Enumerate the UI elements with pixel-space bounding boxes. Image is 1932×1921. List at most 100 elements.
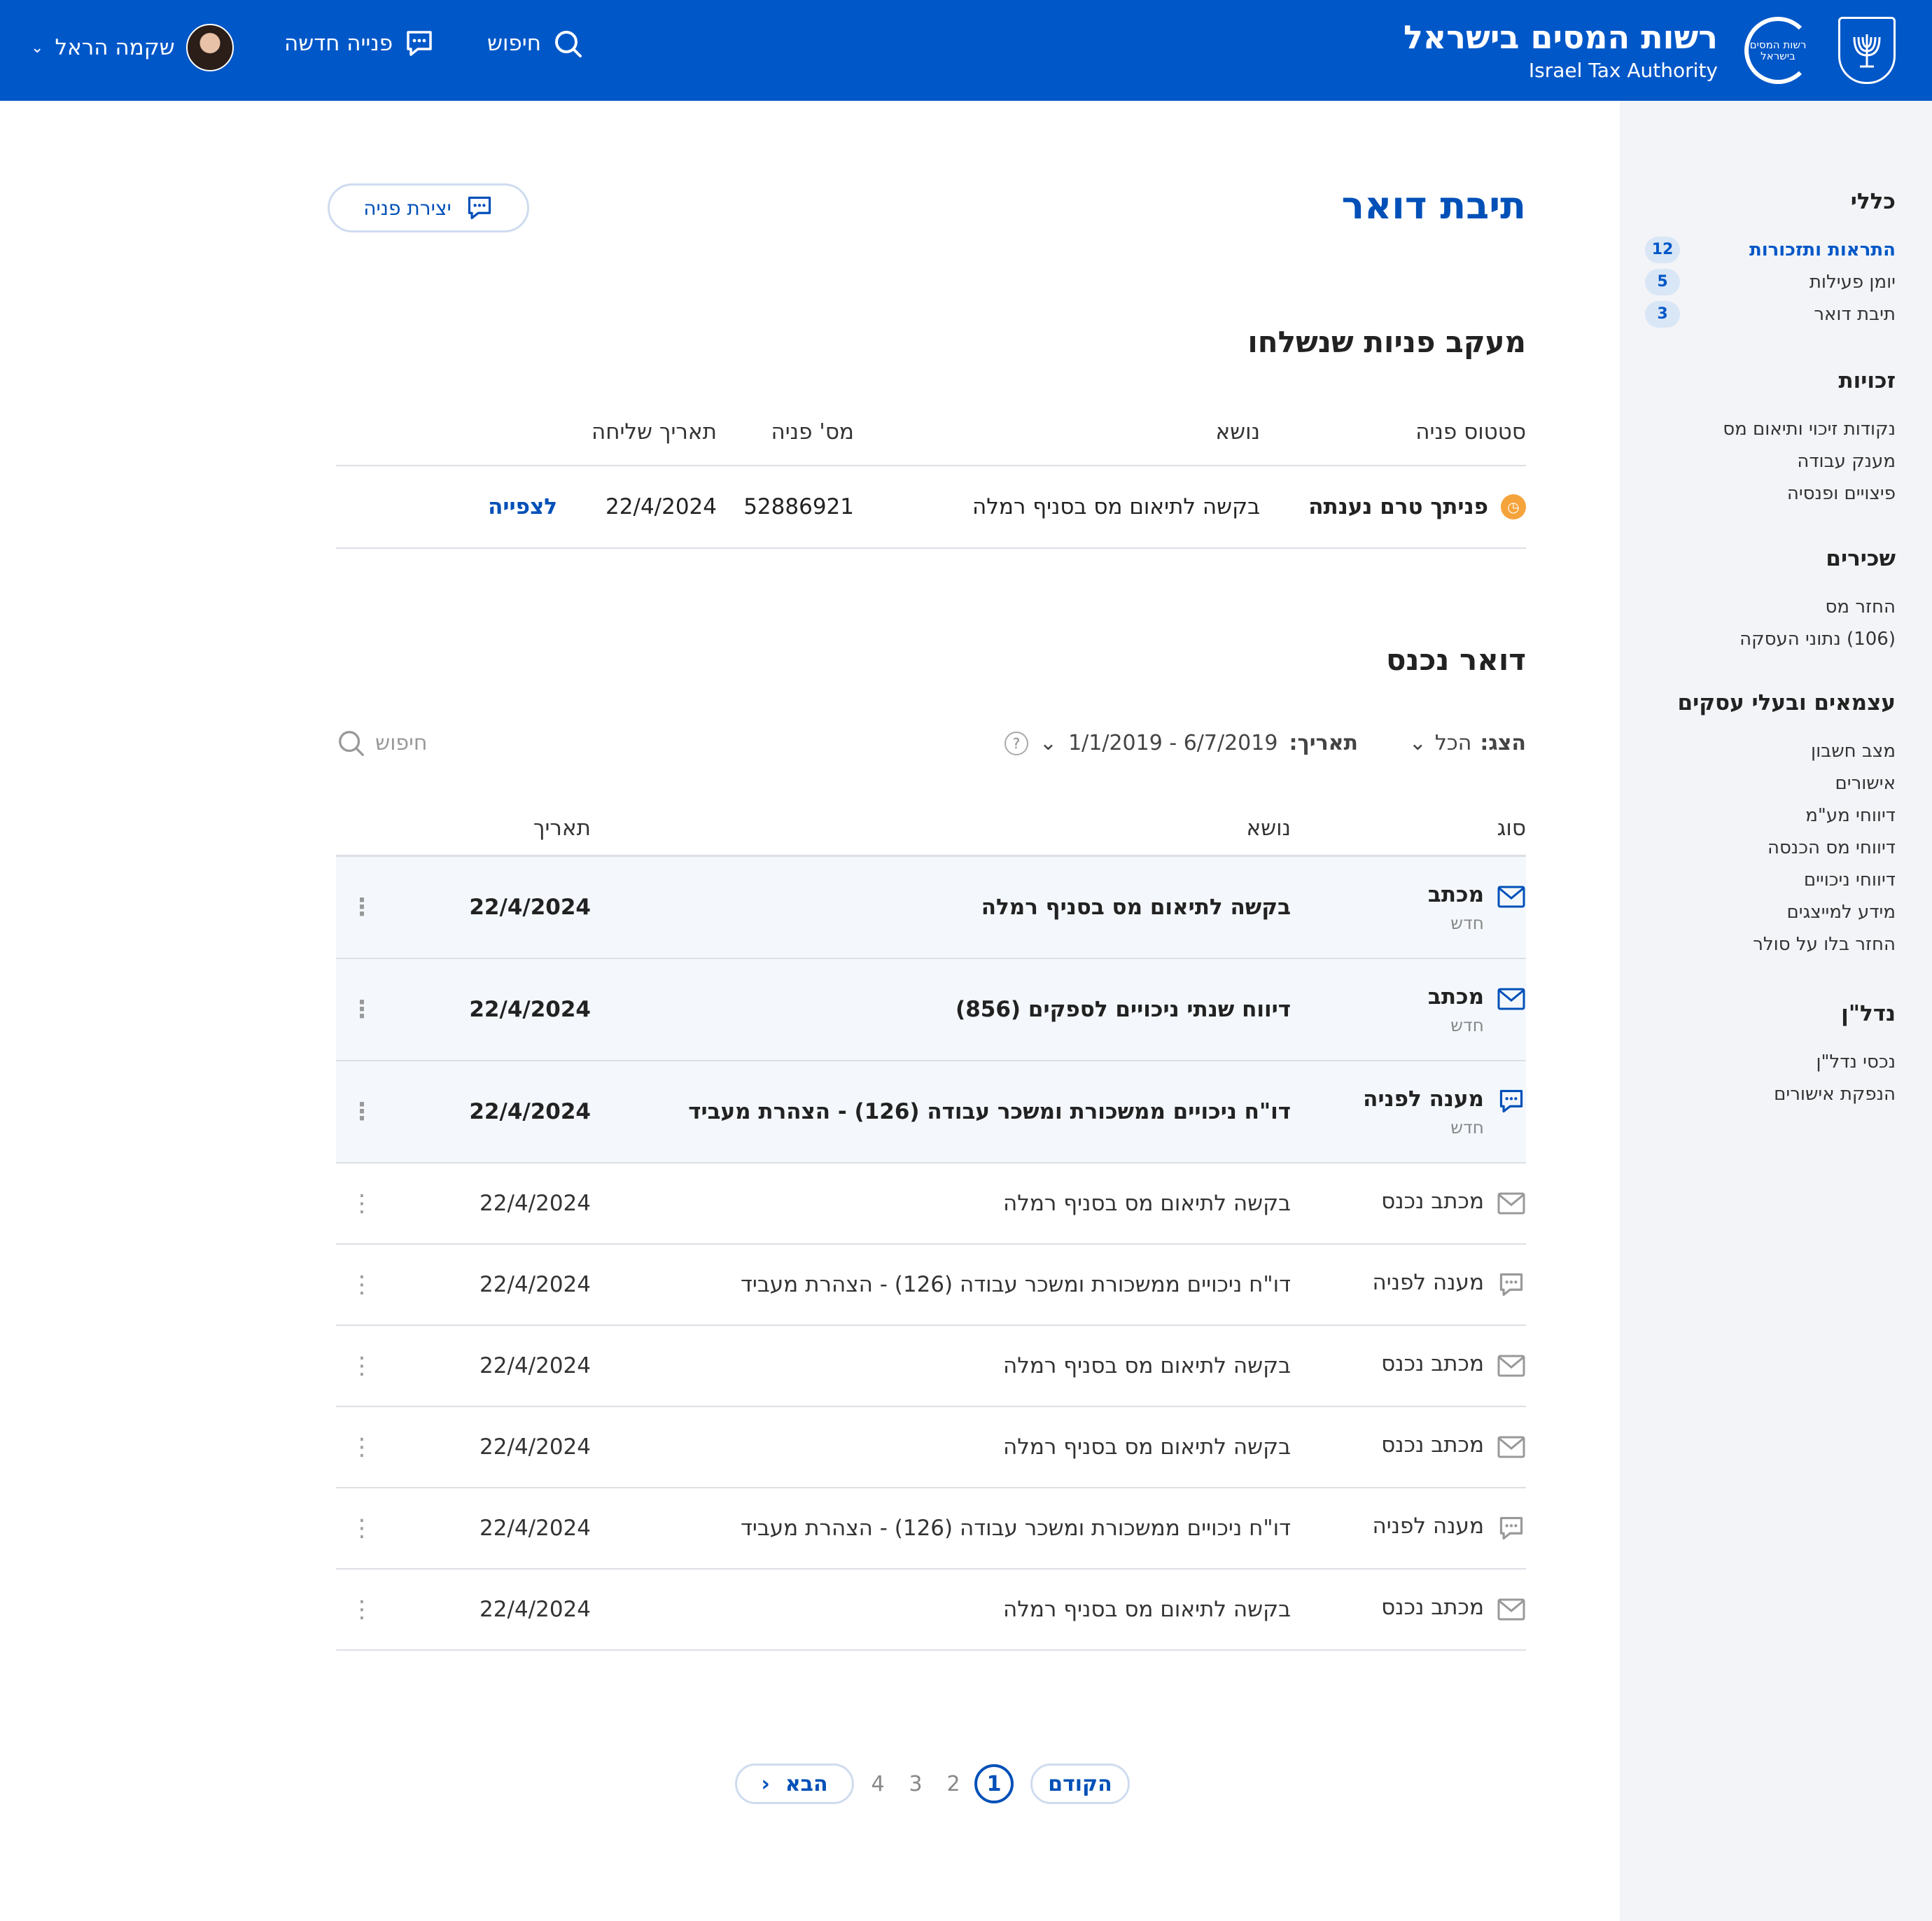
more-options-icon[interactable]: ⋮ <box>336 1189 388 1217</box>
count-badge: 3 <box>1645 301 1680 328</box>
inbox-filters: הצג: הכל ⌄ תאריך: 1/1/2019 - 6/7/2019 ⌄ … <box>336 717 1526 773</box>
sidebar-group-real-estate: נדל"ן נכסי נדל"ן הנפקת אישורים <box>1644 1001 1896 1110</box>
sidebar-item-employment-data[interactable]: (106) נתוני העסקה <box>1644 623 1896 655</box>
column-header-number: מס' פניה <box>771 419 854 445</box>
table-row[interactable]: מכתב נכנס בקשה לתיאום מס בסניף רמלה 22/4… <box>336 1407 1526 1488</box>
page-1-current[interactable]: 1 <box>974 1764 1014 1803</box>
next-page-button[interactable]: הבא ‹ <box>735 1763 854 1804</box>
more-options-icon[interactable]: ⋮ <box>336 893 388 921</box>
sidebar-item-label: (106) נתוני העסקה <box>1740 629 1896 650</box>
table-row[interactable]: מכתב חדש בקשה לתיאום מס בסניף רמלה 22/4/… <box>336 857 1526 959</box>
sidebar-item-deduction-reports[interactable]: דיווחי ניכויים <box>1644 864 1896 896</box>
type-label: מכתב <box>1427 984 1484 1010</box>
envelope-icon <box>1497 1189 1526 1218</box>
page-3[interactable]: 3 <box>902 1763 930 1804</box>
sidebar-item-label: החזר בלו על סולר <box>1753 934 1896 955</box>
more-options-icon[interactable]: ⋮ <box>336 1352 388 1380</box>
chat-icon <box>468 196 491 220</box>
sidebar-item-mailbox[interactable]: תיבת דואר 3 <box>1644 298 1896 330</box>
more-options-icon[interactable]: ⋮ <box>336 1514 388 1542</box>
user-menu[interactable]: שקמה הראל ⌄ <box>31 24 234 71</box>
sidebar-group-rights: זכויות נקודות זיכוי ותיאום מס מענק עבודה… <box>1644 368 1896 510</box>
page-2[interactable]: 2 <box>939 1763 967 1804</box>
type-label: מכתב נכנס <box>1381 1189 1484 1214</box>
inbox-search-input[interactable]: חיפוש <box>336 728 427 757</box>
avatar <box>186 24 234 71</box>
table-row[interactable]: מענה לפניה חדש דו"ח ניכויים ממשכורת ומשכ… <box>336 1061 1526 1164</box>
next-page-label: הבא <box>785 1771 828 1796</box>
inbox-table: סוג נושא תאריך מכתב חדש בקשה לתיאום מס ב… <box>336 801 1526 1651</box>
page-4[interactable]: 4 <box>864 1763 892 1804</box>
sidebar-item-label: תיבת דואר <box>1814 304 1896 325</box>
topic-cell: דו"ח ניכויים ממשכורת ומשכר עבודה (126) -… <box>741 1272 1291 1297</box>
sidebar-item-real-estate-assets[interactable]: נכסי נדל"ן <box>1644 1046 1896 1078</box>
sidebar-item-work-grant[interactable]: מענק עבודה <box>1644 445 1896 477</box>
help-icon[interactable]: ? <box>1004 731 1028 755</box>
table-row[interactable]: מכתב נכנס בקשה לתיאום מס בסניף רמלה 22/4… <box>336 1326 1526 1407</box>
create-inquiry-button[interactable]: יצירת פניה <box>328 183 529 232</box>
sidebar-item-label: אישורים <box>1835 773 1896 794</box>
topic-cell: דו"ח ניכויים ממשכורת ומשכר עבודה (126) -… <box>688 1099 1291 1124</box>
sidebar-item-diesel-refund[interactable]: החזר בלו על סולר <box>1644 928 1896 960</box>
more-options-icon[interactable]: ⋮ <box>336 1271 388 1299</box>
user-name: שקמה הראל <box>55 35 175 60</box>
count-badge: 12 <box>1645 237 1680 263</box>
sidebar-item-label: הנפקת אישורים <box>1774 1084 1896 1105</box>
date-cell: 22/4/2024 <box>479 1434 591 1460</box>
show-filter[interactable]: הצג: הכל ⌄ <box>1409 731 1526 755</box>
sidebar-item-activity-log[interactable]: יומן פעילות 5 <box>1644 266 1896 298</box>
more-options-icon[interactable]: ⋮ <box>336 1098 388 1126</box>
topic-cell: בקשה לתיאום מס בסניף רמלה <box>1002 1353 1291 1378</box>
topic-cell: דיווח שנתי ניכויים לספקים (856) <box>955 997 1291 1022</box>
header-search-button[interactable]: חיפוש <box>487 28 583 59</box>
new-inquiry-button[interactable]: פנייה חדשה <box>284 28 435 59</box>
table-row[interactable]: מכתב נכנס בקשה לתיאום מס בסניף רמלה 22/4… <box>336 1570 1526 1651</box>
date-cell: 22/4/2024 <box>469 895 591 920</box>
envelope-icon <box>1497 1351 1526 1381</box>
date-cell: 22/4/2024 <box>469 1099 591 1124</box>
sidebar-group-title: עצמאים ובעלי עסקים <box>1677 690 1896 715</box>
count-badge: 5 <box>1645 269 1680 295</box>
sidebar-item-income-tax-reports[interactable]: דיווחי מס הכנסה <box>1644 832 1896 864</box>
more-options-icon[interactable]: ⋮ <box>336 1433 388 1461</box>
prev-page-button[interactable]: הקודם <box>1030 1763 1130 1804</box>
new-indicator: חדש <box>1450 1014 1484 1035</box>
table-row[interactable]: מכתב נכנס בקשה לתיאום מס בסניף רמלה 22/4… <box>336 1164 1526 1245</box>
table-row[interactable]: מענה לפניה דו"ח ניכויים ממשכורת ומשכר עב… <box>336 1245 1526 1326</box>
sidebar-item-approvals[interactable]: אישורים <box>1644 767 1896 799</box>
sidebar-item-label: דיווחי מע"מ <box>1805 805 1896 826</box>
sidebar-group-title: שכירים <box>1826 546 1896 571</box>
date-filter[interactable]: תאריך: 1/1/2019 - 6/7/2019 ⌄ ? <box>1004 731 1358 755</box>
type-cell: מכתב חדש <box>1291 984 1526 1035</box>
more-options-icon[interactable]: ⋮ <box>336 1595 388 1623</box>
column-header-topic: נושא <box>1215 419 1260 445</box>
top-bar: רשות המסים בישראל רשות המסים בישראל Isra… <box>0 0 1932 101</box>
more-options-icon[interactable]: ⋮ <box>336 996 388 1024</box>
view-link[interactable]: לצפייה <box>488 494 557 519</box>
sidebar-item-label: יומן פעילות <box>1809 272 1896 293</box>
date-cell: 22/4/2024 <box>479 1191 591 1216</box>
sidebar-item-tax-refund[interactable]: החזר מס <box>1644 591 1896 623</box>
sidebar-item-alerts[interactable]: התראות ותזכורות 12 <box>1644 234 1896 266</box>
sidebar-item-credit-points[interactable]: נקודות זיכוי ותיאום מס <box>1644 413 1896 445</box>
new-indicator: חדש <box>1450 1117 1484 1138</box>
sidebar-item-representatives-info[interactable]: מידע למייצגים <box>1644 896 1896 928</box>
sidebar-item-severance-pension[interactable]: פיצויים ופנסיה <box>1644 477 1896 510</box>
status-text: פניתך טרם נענתה <box>1308 494 1488 519</box>
table-row[interactable]: מכתב חדש דיווח שנתי ניכויים לספקים (856)… <box>336 959 1526 1061</box>
site-title: רשות המסים בישראל <box>1403 18 1718 56</box>
table-row[interactable]: מענה לפניה דו"ח ניכויים ממשכורת ומשכר עב… <box>336 1488 1526 1570</box>
sidebar-item-issue-approvals[interactable]: הנפקת אישורים <box>1644 1078 1896 1110</box>
chat-icon <box>407 31 432 56</box>
sidebar-item-account-status[interactable]: מצב חשבון <box>1644 735 1896 767</box>
type-cell: מכתב נכנס <box>1291 1432 1526 1462</box>
topic-cell: בקשה לתיאום מס בסניף רמלה <box>972 494 1260 519</box>
date-cell: 22/4/2024 <box>479 1597 591 1622</box>
show-filter-label: הצג: <box>1480 731 1526 755</box>
brand[interactable]: רשות המסים בישראל רשות המסים בישראל Isra… <box>1404 13 1896 88</box>
create-inquiry-label: יצירת פניה <box>363 196 451 220</box>
sidebar-item-vat-reports[interactable]: דיווחי מע"מ <box>1644 799 1896 832</box>
inbox-section-title: דואר נכנס <box>1386 643 1526 677</box>
date-filter-label: תאריך: <box>1289 731 1358 755</box>
clock-icon: ◷ <box>1501 494 1526 519</box>
